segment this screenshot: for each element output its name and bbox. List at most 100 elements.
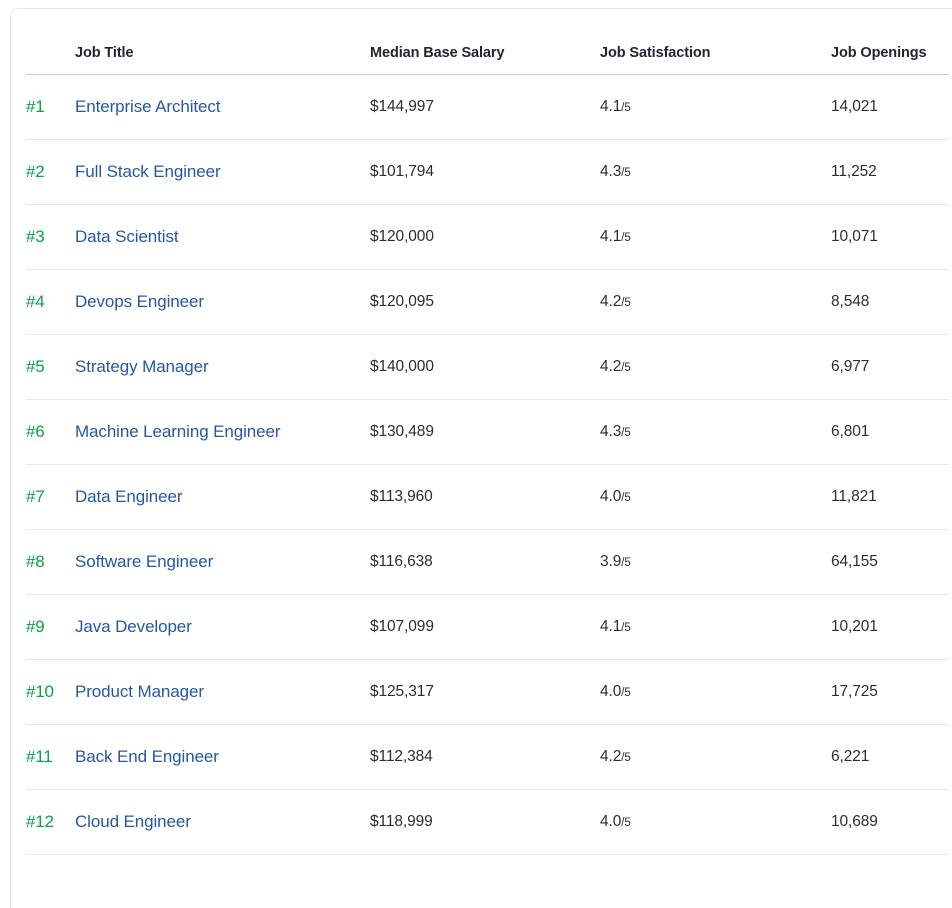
satisfaction-denominator: /5 — [621, 687, 630, 699]
job-title-cell: Product Manager — [75, 682, 370, 702]
job-title-cell: Cloud Engineer — [75, 812, 370, 832]
table-body: #1Enterprise Architect$144,9974.1/514,02… — [26, 75, 949, 855]
table-row: #3Data Scientist $120,0004.1/510,071 — [26, 205, 949, 270]
job-title-link[interactable]: Back End Engineer — [75, 747, 219, 766]
job-title-cell: Java Developer — [75, 617, 370, 637]
median-salary-value: $112,384 — [370, 748, 600, 766]
job-title-link[interactable]: Data Scientist — [75, 227, 178, 246]
rank-badge: #6 — [26, 422, 75, 442]
job-title-link[interactable]: Devops Engineer — [75, 292, 204, 311]
satisfaction-score: 4.3 — [600, 163, 621, 180]
job-title-link[interactable]: Full Stack Engineer — [75, 162, 221, 181]
job-satisfaction-value: 4.1/5 — [600, 98, 831, 116]
column-header-rank — [26, 61, 75, 74]
table-row: #4Devops Engineer$120,0954.2/58,548 — [26, 270, 949, 335]
job-title-cell: Machine Learning Engineer — [75, 422, 370, 442]
job-openings-value: 14,021 — [831, 98, 949, 116]
satisfaction-score: 3.9 — [600, 553, 621, 570]
satisfaction-score: 4.0 — [600, 488, 621, 505]
rank-badge: #10 — [26, 682, 75, 702]
satisfaction-denominator: /5 — [621, 817, 630, 829]
job-title-cell: Devops Engineer — [75, 292, 370, 312]
job-rankings-table: Job Title Median Base Salary Job Satisfa… — [26, 9, 949, 855]
satisfaction-score: 4.3 — [600, 423, 621, 440]
table-row: #11Back End Engineer$112,3844.2/56,221 — [26, 725, 949, 790]
rank-badge: #11 — [26, 747, 75, 767]
satisfaction-score: 4.2 — [600, 293, 621, 310]
job-satisfaction-value: 4.0/5 — [600, 683, 831, 701]
median-salary-value: $120,000 — [370, 228, 600, 246]
median-salary-value: $125,317 — [370, 683, 600, 701]
column-header-median-salary: Median Base Salary — [370, 45, 600, 74]
job-title-link[interactable]: Product Manager — [75, 682, 204, 701]
satisfaction-denominator: /5 — [621, 427, 630, 439]
job-title-link[interactable]: Enterprise Architect — [75, 97, 220, 116]
job-openings-value: 6,221 — [831, 748, 949, 766]
table-row: #5Strategy Manager$140,0004.2/56,977 — [26, 335, 949, 400]
satisfaction-score: 4.0 — [600, 813, 621, 830]
job-openings-value: 10,071 — [831, 228, 949, 246]
column-header-job-title: Job Title — [75, 45, 370, 74]
median-salary-value: $130,489 — [370, 423, 600, 441]
job-title-cell: Strategy Manager — [75, 357, 370, 377]
job-title-cell: Enterprise Architect — [75, 97, 370, 117]
job-satisfaction-value: 4.2/5 — [600, 358, 831, 376]
job-satisfaction-value: 4.3/5 — [600, 423, 831, 441]
job-openings-value: 6,977 — [831, 358, 949, 376]
rank-badge: #1 — [26, 97, 75, 117]
table-row: #9Java Developer$107,0994.1/510,201 — [26, 595, 949, 660]
median-salary-value: $120,095 — [370, 293, 600, 311]
satisfaction-denominator: /5 — [621, 362, 630, 374]
table-row: #6Machine Learning Engineer $130,4894.3/5… — [26, 400, 949, 465]
job-title-link[interactable]: Software Engineer — [75, 552, 213, 571]
median-salary-value: $144,997 — [370, 98, 600, 116]
job-openings-value: 11,821 — [831, 488, 949, 506]
table-header-row: Job Title Median Base Salary Job Satisfa… — [26, 9, 949, 75]
job-openings-value: 11,252 — [831, 163, 949, 181]
ranking-table-card: Job Title Median Base Salary Job Satisfa… — [10, 8, 952, 908]
satisfaction-score: 4.0 — [600, 683, 621, 700]
job-satisfaction-value: 4.1/5 — [600, 228, 831, 246]
job-openings-value: 10,201 — [831, 618, 949, 636]
job-title-link[interactable]: Data Engineer — [75, 487, 182, 506]
satisfaction-denominator: /5 — [621, 622, 630, 634]
satisfaction-score: 4.1 — [600, 98, 621, 115]
rank-badge: #5 — [26, 357, 75, 377]
job-satisfaction-value: 4.2/5 — [600, 748, 831, 766]
satisfaction-denominator: /5 — [621, 102, 630, 114]
rank-badge: #2 — [26, 162, 75, 182]
satisfaction-denominator: /5 — [621, 232, 630, 244]
column-header-job-openings: Job Openings — [831, 45, 949, 74]
job-title-link[interactable]: Machine Learning Engineer — [75, 422, 280, 441]
job-title-link[interactable]: Cloud Engineer — [75, 812, 191, 831]
satisfaction-denominator: /5 — [621, 752, 630, 764]
job-satisfaction-value: 4.1/5 — [600, 618, 831, 636]
satisfaction-score: 4.2 — [600, 358, 621, 375]
table-row: #8Software Engineer$116,6383.9/564,155 — [26, 530, 949, 595]
median-salary-value: $118,999 — [370, 813, 600, 831]
job-satisfaction-value: 4.0/5 — [600, 488, 831, 506]
job-satisfaction-value: 4.2/5 — [600, 293, 831, 311]
job-title-cell: Software Engineer — [75, 552, 370, 572]
satisfaction-score: 4.2 — [600, 748, 621, 765]
job-title-cell: Data Engineer — [75, 487, 370, 507]
job-title-link[interactable]: Strategy Manager — [75, 357, 209, 376]
median-salary-value: $101,794 — [370, 163, 600, 181]
table-row: #2Full Stack Engineer$101,7944.3/511,252 — [26, 140, 949, 205]
job-title-link[interactable]: Java Developer — [75, 617, 192, 636]
median-salary-value: $113,960 — [370, 488, 600, 506]
satisfaction-denominator: /5 — [621, 492, 630, 504]
median-salary-value: $107,099 — [370, 618, 600, 636]
table-row: #10Product Manager$125,3174.0/517,725 — [26, 660, 949, 725]
job-title-cell: Back End Engineer — [75, 747, 370, 767]
rank-badge: #7 — [26, 487, 75, 507]
satisfaction-score: 4.1 — [600, 618, 621, 635]
table-row: #12Cloud Engineer $118,9994.0/5 10,689 — [26, 790, 949, 855]
job-title-cell: Data Scientist — [75, 227, 370, 247]
job-openings-value: 10,689 — [831, 813, 949, 831]
job-openings-value: 64,155 — [831, 553, 949, 571]
rank-badge: #3 — [26, 227, 75, 247]
rank-badge: #12 — [26, 812, 75, 832]
satisfaction-denominator: /5 — [621, 557, 630, 569]
rank-badge: #8 — [26, 552, 75, 572]
